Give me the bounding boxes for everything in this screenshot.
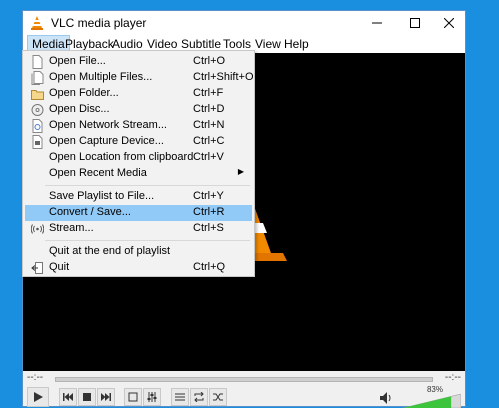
seek-bar[interactable]	[55, 377, 433, 382]
equalizer-icon	[147, 392, 157, 402]
speaker-icon[interactable]	[380, 392, 392, 404]
menu-separator	[45, 185, 250, 186]
menu-item-open-network-stream[interactable]: Open Network Stream... Ctrl+N	[25, 118, 252, 134]
menu-item-save-playlist[interactable]: Save Playlist to File... Ctrl+Y	[25, 189, 252, 205]
elapsed-time: --:--	[27, 372, 44, 383]
close-icon	[444, 18, 454, 28]
maximize-icon	[410, 18, 420, 28]
loop-button[interactable]	[190, 388, 208, 406]
stop-button[interactable]	[78, 388, 96, 406]
stream-icon	[31, 224, 44, 234]
submenu-arrow-icon: ▶	[237, 167, 244, 176]
folder-icon	[31, 90, 44, 100]
menu-item-open-multiple-files[interactable]: Open Multiple Files... Ctrl+Shift+O	[25, 70, 254, 86]
previous-button[interactable]	[59, 388, 77, 406]
next-button[interactable]	[97, 388, 115, 406]
next-icon	[101, 393, 111, 401]
menu-item-stream[interactable]: Stream... Ctrl+S	[25, 221, 252, 237]
menu-item-open-file[interactable]: Open File... Ctrl+O	[25, 54, 252, 70]
loop-icon	[194, 392, 204, 402]
minimize-button[interactable]	[359, 11, 395, 35]
menu-item-convert-save[interactable]: Convert / Save... Ctrl+R	[25, 205, 252, 221]
seek-row: --:-- --:--	[23, 371, 465, 385]
previous-icon	[63, 393, 73, 401]
volume-slider[interactable]	[403, 394, 461, 408]
shuffle-icon	[213, 393, 223, 401]
menu-separator	[45, 240, 250, 241]
minimize-icon	[372, 22, 382, 24]
vlc-cone-logo	[253, 203, 287, 261]
menu-item-open-disc[interactable]: Open Disc... Ctrl+D	[25, 102, 252, 118]
stop-icon	[83, 393, 91, 401]
vlc-cone-icon	[31, 16, 43, 30]
play-button[interactable]	[27, 387, 49, 407]
extended-settings-button[interactable]	[143, 388, 161, 406]
menu-item-open-location-clipboard[interactable]: Open Location from clipboard Ctrl+V	[25, 150, 252, 166]
fullscreen-icon	[128, 392, 138, 402]
media-menu-dropdown: Open File... Ctrl+O Open Multiple Files.…	[22, 50, 255, 277]
disc-icon	[31, 104, 44, 116]
menu-item-quit[interactable]: Quit Ctrl+Q	[25, 260, 252, 276]
menu-item-open-capture-device[interactable]: Open Capture Device... Ctrl+C	[25, 134, 252, 150]
network-icon	[32, 119, 43, 133]
title-bar: VLC media player	[23, 11, 465, 35]
close-button[interactable]	[431, 11, 467, 35]
play-icon	[34, 392, 43, 402]
window-title: VLC media player	[51, 16, 147, 30]
fullscreen-button[interactable]	[124, 388, 142, 406]
remaining-time: --:--	[444, 372, 461, 383]
volume-percent: 83%	[426, 385, 443, 394]
controls-bar: 83%	[23, 385, 465, 408]
playlist-icon	[175, 393, 185, 401]
file-icon	[32, 55, 43, 69]
quit-icon	[31, 262, 43, 274]
capture-icon	[32, 135, 43, 149]
maximize-button[interactable]	[397, 11, 433, 35]
playlist-button[interactable]	[171, 388, 189, 406]
menu-help[interactable]: Help	[280, 35, 313, 53]
menu-item-open-recent-media[interactable]: Open Recent Media ▶	[25, 166, 252, 182]
menu-item-quit-end-of-playlist[interactable]: Quit at the end of playlist	[25, 244, 252, 260]
menu-item-open-folder[interactable]: Open Folder... Ctrl+F	[25, 86, 252, 102]
files-icon	[31, 71, 44, 85]
shuffle-button[interactable]	[209, 388, 227, 406]
